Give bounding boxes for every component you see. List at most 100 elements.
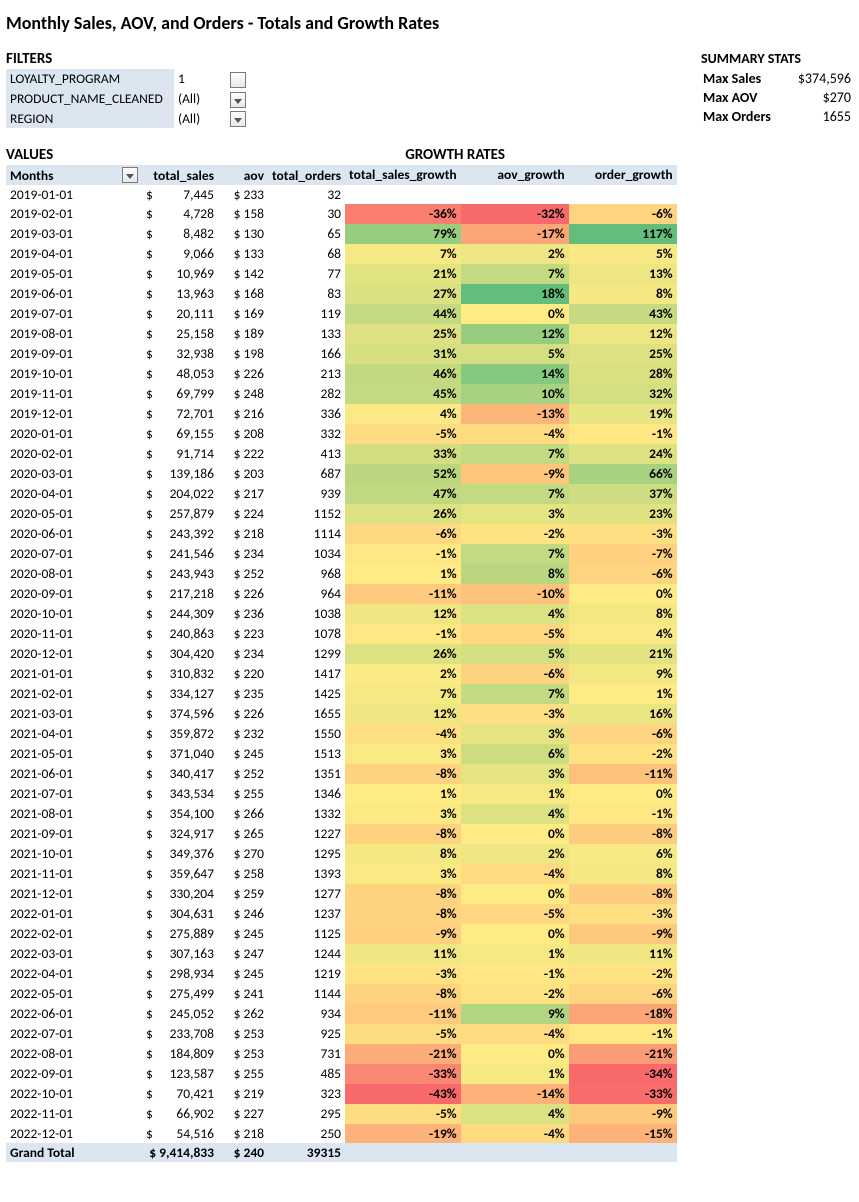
cell-aov: $ 198 [218, 344, 268, 364]
cell-aov-growth: 1% [461, 784, 569, 804]
cell-sales-growth: 26% [345, 504, 461, 524]
cell-order-growth: 0% [569, 584, 677, 604]
cell-total-sales: $25,158 [142, 324, 218, 344]
summary-value: 1655 [791, 107, 853, 126]
cell-order-growth: 9% [569, 664, 677, 684]
cell-total-sales: $7,445 [142, 185, 218, 204]
table-row: 2021-02-01$334,127$ 23514257%7%1% [6, 684, 677, 704]
cell-sales-growth: -4% [345, 724, 461, 744]
months-dropdown-icon[interactable] [122, 167, 138, 183]
cell-order-growth: -3% [569, 524, 677, 544]
cell-aov-growth: 3% [461, 724, 569, 744]
cell-orders: 1550 [268, 724, 345, 744]
table-row: 2019-06-01$13,963$ 1688327%18%8% [6, 284, 677, 304]
cell-month: 2020-02-01 [6, 444, 142, 464]
table-row: 2019-05-01$10,969$ 1427721%7%13% [6, 264, 677, 284]
summary-heading: SUMMARY STATS [701, 50, 853, 67]
cell-aov-growth: 4% [461, 604, 569, 624]
filters-heading: FILTERS [6, 50, 250, 68]
cell-month: 2021-02-01 [6, 684, 142, 704]
cell-orders: 1351 [268, 764, 345, 784]
cell-total-sales: $91,714 [142, 444, 218, 464]
summary-panel: SUMMARY STATS Max Sales$374,596Max AOV$2… [701, 50, 853, 126]
cell-aov-growth: 0% [461, 304, 569, 324]
table-row: 2020-04-01$204,022$ 21793947%7%37% [6, 484, 677, 504]
cell-total-sales: $359,647 [142, 864, 218, 884]
cell-aov-growth: 0% [461, 924, 569, 944]
cell-sales-growth: 47% [345, 484, 461, 504]
table-row: 2022-11-01$66,902$ 227295-5%4%-9% [6, 1104, 677, 1124]
cell-order-growth: -18% [569, 1004, 677, 1024]
filter-value: (All) [174, 109, 226, 129]
cell-order-growth: 43% [569, 304, 677, 324]
cell-aov-growth: 5% [461, 344, 569, 364]
cell-order-growth: 12% [569, 324, 677, 344]
table-row: 2019-10-01$48,053$ 22621346%14%28% [6, 364, 677, 384]
cell-total-sales: $349,376 [142, 844, 218, 864]
filter-dropdown-icon[interactable] [230, 92, 246, 108]
cell-orders: 1417 [268, 664, 345, 684]
filter-dropdown-icon[interactable] [230, 111, 246, 127]
grand-total-aov: $ 240 [218, 1143, 268, 1162]
cell-sales-growth: 3% [345, 864, 461, 884]
cell-total-sales: $298,934 [142, 964, 218, 984]
cell-aov-growth: 8% [461, 564, 569, 584]
grand-total-label: Grand Total [6, 1143, 142, 1162]
cell-aov: $ 216 [218, 404, 268, 424]
cell-sales-growth: -1% [345, 624, 461, 644]
cell-aov-growth: -3% [461, 704, 569, 724]
cell-aov-growth: 9% [461, 1004, 569, 1024]
cell-month: 2021-03-01 [6, 704, 142, 724]
cell-sales-growth: -1% [345, 544, 461, 564]
col-months[interactable]: Months [6, 165, 142, 185]
cell-orders: 336 [268, 404, 345, 424]
cell-total-sales: $4,728 [142, 204, 218, 224]
cell-sales-growth: -43% [345, 1084, 461, 1104]
table-row: 2021-06-01$340,417$ 2521351-8%3%-11% [6, 764, 677, 784]
table-row: 2022-10-01$70,421$ 219323-43%-14%-33% [6, 1084, 677, 1104]
cell-month: 2021-05-01 [6, 744, 142, 764]
cell-orders: 282 [268, 384, 345, 404]
cell-orders: 1038 [268, 604, 345, 624]
cell-total-sales: $72,701 [142, 404, 218, 424]
cell-sales-growth: 46% [345, 364, 461, 384]
cell-total-sales: $243,943 [142, 564, 218, 584]
table-row: 2019-11-01$69,799$ 24828245%10%32% [6, 384, 677, 404]
cell-aov: $ 262 [218, 1004, 268, 1024]
cell-aov: $ 223 [218, 624, 268, 644]
table-row: 2022-09-01$123,587$ 255485-33%1%-34% [6, 1064, 677, 1084]
table-row: 2021-08-01$354,100$ 26613323%4%-1% [6, 804, 677, 824]
cell-aov: $ 226 [218, 364, 268, 384]
cell-orders: 83 [268, 284, 345, 304]
cell-sales-growth: 3% [345, 804, 461, 824]
cell-sales-growth: 44% [345, 304, 461, 324]
table-row: 2022-05-01$275,499$ 2411144-8%-2%-6% [6, 984, 677, 1004]
cell-aov: $ 169 [218, 304, 268, 324]
cell-sales-growth: 7% [345, 244, 461, 264]
cell-total-sales: $13,963 [142, 284, 218, 304]
cell-total-sales: $9,066 [142, 244, 218, 264]
table-row: 2020-12-01$304,420$ 234129926%5%21% [6, 644, 677, 664]
summary-table: Max Sales$374,596Max AOV$270Max Orders16… [701, 69, 853, 126]
cell-aov-growth: 2% [461, 844, 569, 864]
cell-aov: $ 245 [218, 964, 268, 984]
cell-month: 2022-04-01 [6, 964, 142, 984]
cell-aov: $ 232 [218, 724, 268, 744]
table-row: 2019-04-01$9,066$ 133687%2%5% [6, 244, 677, 264]
cell-total-sales: $184,809 [142, 1044, 218, 1064]
cell-order-growth: 1% [569, 684, 677, 704]
filter-name: LOYALTY_PROGRAM [6, 69, 174, 89]
cell-order-growth: 4% [569, 624, 677, 644]
cell-aov: $ 234 [218, 644, 268, 664]
cell-sales-growth: -11% [345, 584, 461, 604]
cell-aov: $ 253 [218, 1024, 268, 1044]
table-row: 2021-01-01$310,832$ 22014172%-6%9% [6, 664, 677, 684]
cell-total-sales: $310,832 [142, 664, 218, 684]
cell-orders: 1346 [268, 784, 345, 804]
table-row: 2019-03-01$8,482$ 1306579%-17%117% [6, 224, 677, 244]
cell-total-sales: $241,546 [142, 544, 218, 564]
cell-aov-growth: 4% [461, 1104, 569, 1124]
cell-sales-growth: -5% [345, 1104, 461, 1124]
filter-dropdown-icon[interactable] [230, 72, 246, 88]
cell-aov: $ 252 [218, 764, 268, 784]
